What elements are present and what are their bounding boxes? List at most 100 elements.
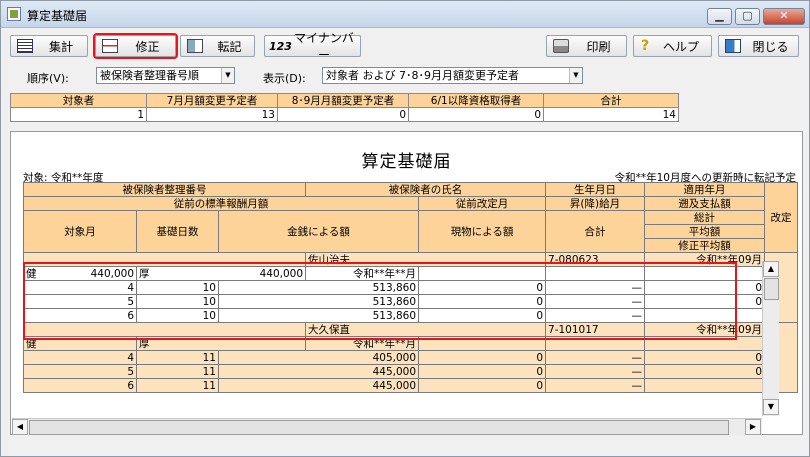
record-name[interactable]: 大久保直 xyxy=(305,322,547,337)
month-cell[interactable]: 4 xyxy=(23,350,137,365)
data-grid: 被保険者整理番号 被保険者の氏名 生年月日 適用年月 改定 従前の標準報酬月額 … xyxy=(22,182,799,393)
transfer-button[interactable]: 転記 xyxy=(180,35,255,57)
maximize-button[interactable]: ▢ xyxy=(735,8,760,25)
prev-revise-cell[interactable]: 令和**年**月 xyxy=(305,336,420,351)
total-cell: — xyxy=(545,308,646,323)
cash-cell[interactable]: 445,000 xyxy=(217,378,420,393)
minimize-button[interactable]: ▁ xyxy=(707,8,732,25)
days-cell[interactable]: 11 xyxy=(136,350,219,365)
summary-value: 1 xyxy=(10,107,147,122)
display-label: 表示(D): xyxy=(263,72,306,85)
extra-cell[interactable] xyxy=(644,308,766,323)
record-apply-month[interactable]: 令和**年09月 xyxy=(644,322,766,337)
record-birth[interactable]: 7-080623 xyxy=(545,252,646,267)
scroll-up-icon[interactable]: ▲ xyxy=(763,261,779,277)
summary-value: 0 xyxy=(277,107,409,122)
record-birth[interactable]: 7-101017 xyxy=(545,322,646,337)
scroll-thumb[interactable] xyxy=(29,420,729,435)
order-select[interactable]: 被保険者整理番号順 ▼ xyxy=(96,67,235,84)
header-modified-average: 修正平均額 xyxy=(644,238,766,253)
cash-cell[interactable]: 513,860 xyxy=(217,294,420,309)
summary-value: 14 xyxy=(543,107,679,122)
extra-cell[interactable]: 0 xyxy=(644,364,766,379)
kind-cell[interactable]: 0 xyxy=(418,378,547,393)
extra-cell[interactable]: 0 xyxy=(644,294,766,309)
summary-button[interactable]: 集計 xyxy=(10,35,88,57)
header-retro-pay: 遡及支払額 xyxy=(644,196,766,211)
kind-cell[interactable]: 0 xyxy=(418,294,547,309)
title-bar: 算定基礎届 ▁ ▢ ✕ xyxy=(1,1,809,28)
total-cell: — xyxy=(545,294,646,309)
document-sheet: 算定基礎届 対象: 令和**年度 令和**年10月度への更新時に転記予定 被保険… xyxy=(10,131,803,435)
health-standard-cell[interactable]: 健 xyxy=(23,336,137,351)
summary-header: 7月月額変更予定者 xyxy=(146,93,278,108)
close-window-button[interactable]: ✕ xyxy=(763,8,805,25)
summary-header: 8･9月月額変更予定者 xyxy=(277,93,409,108)
transfer-icon xyxy=(187,39,203,53)
header-revise: 改定 xyxy=(764,182,799,253)
close-button[interactable]: 閉じる xyxy=(718,35,799,57)
header-prev-standard: 従前の標準報酬月額 xyxy=(22,196,420,211)
scroll-down-icon[interactable]: ▼ xyxy=(763,399,779,415)
extra-cell[interactable]: 0 xyxy=(644,280,766,295)
help-icon: ? xyxy=(641,38,650,54)
extra-cell[interactable] xyxy=(644,378,766,393)
header-insured-name: 被保険者の氏名 xyxy=(305,182,547,197)
header-apply-month: 適用年月 xyxy=(644,182,766,197)
summary-table: 対象者 7月月額変更予定者 8･9月月額変更予定者 6/1以降資格取得者 合計 … xyxy=(10,93,679,122)
summary-header: 対象者 xyxy=(10,93,147,108)
days-cell[interactable]: 10 xyxy=(136,280,219,295)
days-cell[interactable]: 10 xyxy=(136,294,219,309)
month-cell[interactable]: 5 xyxy=(23,364,137,379)
header-insured-number: 被保険者整理番号 xyxy=(22,182,307,197)
month-cell[interactable]: 4 xyxy=(23,280,137,295)
header-days: 基礎日数 xyxy=(136,210,219,253)
month-cell[interactable]: 5 xyxy=(23,294,137,309)
horizontal-scrollbar[interactable]: ◀ ▶ xyxy=(12,418,762,435)
display-select[interactable]: 対象者 および 7･8･9月月額変更予定者 ▼ xyxy=(322,67,583,84)
month-cell[interactable]: 6 xyxy=(23,308,137,323)
header-kind: 現物による額 xyxy=(418,210,547,253)
days-cell[interactable]: 10 xyxy=(136,308,219,323)
summary-header: 6/1以降資格取得者 xyxy=(408,93,544,108)
kind-cell[interactable]: 0 xyxy=(418,350,547,365)
kind-cell[interactable]: 0 xyxy=(418,308,547,323)
kind-cell[interactable]: 0 xyxy=(418,280,547,295)
month-cell[interactable]: 6 xyxy=(23,378,137,393)
scroll-right-icon[interactable]: ▶ xyxy=(745,419,761,435)
mynumber-button[interactable]: 123 マイナンバー xyxy=(264,31,361,62)
edit-form-icon xyxy=(102,39,118,53)
health-standard-cell[interactable]: 健 440,000 xyxy=(23,266,137,281)
record-apply-month[interactable]: 令和**年09月 xyxy=(644,252,766,267)
prev-revise-cell[interactable]: 令和**年**月 xyxy=(305,266,420,281)
cash-cell[interactable]: 445,000 xyxy=(217,364,420,379)
cash-cell[interactable]: 405,000 xyxy=(217,350,420,365)
days-cell[interactable]: 11 xyxy=(136,378,219,393)
calculator-icon xyxy=(17,39,33,53)
record-name[interactable]: 佐山治夫 xyxy=(305,252,547,267)
cash-cell[interactable]: 513,860 xyxy=(217,308,420,323)
scroll-left-icon[interactable]: ◀ xyxy=(12,419,28,435)
cash-cell[interactable]: 513,860 xyxy=(217,280,420,295)
total-cell: — xyxy=(545,280,646,295)
header-grand-total: 総計 xyxy=(644,210,766,225)
scroll-thumb[interactable] xyxy=(764,278,779,300)
extra-cell[interactable]: 0 xyxy=(644,350,766,365)
help-button[interactable]: ? ヘルプ xyxy=(633,35,712,57)
total-cell: — xyxy=(545,378,646,393)
kind-cell[interactable]: 0 xyxy=(418,364,547,379)
window: 算定基礎届 ▁ ▢ ✕ 集計 修正 転記 123 マイナンバー 印刷 ? ヘルプ xyxy=(0,0,810,457)
pension-standard-cell[interactable]: 厚 xyxy=(135,336,307,351)
print-button[interactable]: 印刷 xyxy=(546,35,627,57)
mynumber-icon: 123 xyxy=(269,39,292,53)
vertical-scrollbar[interactable]: ▲ ▼ xyxy=(762,261,779,416)
pension-standard-cell[interactable]: 厚 440,000 xyxy=(135,266,307,281)
days-cell[interactable]: 11 xyxy=(136,364,219,379)
document-title: 算定基礎届 xyxy=(361,152,452,172)
door-exit-icon xyxy=(725,39,741,53)
summary-value: 13 xyxy=(146,107,278,122)
edit-button[interactable]: 修正 xyxy=(93,33,178,59)
chevron-down-icon[interactable]: ▼ xyxy=(569,68,582,83)
chevron-down-icon[interactable]: ▼ xyxy=(221,68,234,83)
header-prev-revise: 従前改定月 xyxy=(418,196,547,211)
